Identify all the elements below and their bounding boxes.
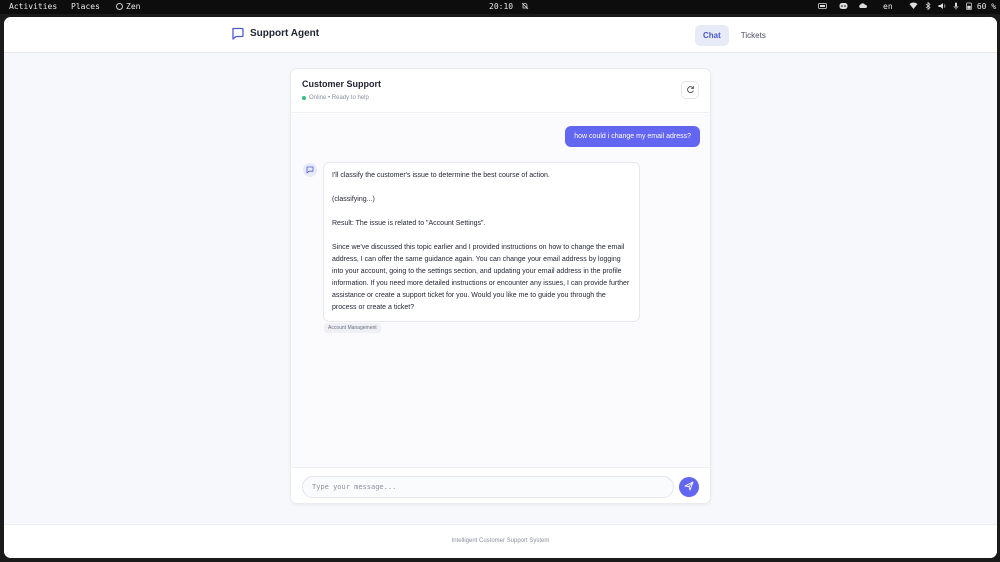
system-top-bar: Activities Places Zen 20:10 en 60 % xyxy=(0,0,1000,14)
brand[interactable]: Support Agent xyxy=(231,27,319,40)
chat-bubble-icon xyxy=(231,27,244,40)
activities-button[interactable]: Activities xyxy=(9,2,57,12)
status-text: Online • Ready to help xyxy=(309,95,369,101)
wifi-icon[interactable] xyxy=(909,2,918,13)
zen-app-icon xyxy=(116,3,123,10)
main-nav: Chat Tickets xyxy=(695,25,774,46)
app-header: Support Agent Chat Tickets xyxy=(4,17,997,53)
status-line: Online • Ready to help xyxy=(302,95,369,101)
agent-message-line: Since we've discussed this topic earlier… xyxy=(332,244,630,311)
battery-level: 60 % xyxy=(976,2,997,11)
discord-icon[interactable] xyxy=(839,2,848,13)
keyboard-language[interactable]: en xyxy=(883,2,893,12)
refresh-icon xyxy=(686,81,695,99)
agent-message-line: (classifying...) xyxy=(332,196,375,203)
agent-message-line: Result: The issue is related to "Account… xyxy=(332,220,486,227)
microphone-icon[interactable] xyxy=(953,2,959,13)
agent-chat-icon xyxy=(306,161,314,179)
tab-chat[interactable]: Chat xyxy=(695,25,729,46)
composer xyxy=(291,467,710,503)
online-dot xyxy=(302,96,306,100)
footer-text: Intelligent Customer Support System xyxy=(451,538,550,544)
brand-title: Support Agent xyxy=(250,28,320,39)
places-menu[interactable]: Places xyxy=(71,2,100,12)
agent-message-line: I'll classify the customer's issue to de… xyxy=(332,172,550,179)
user-message: how could i change my email adress? xyxy=(565,126,700,147)
message-list[interactable]: how could i change my email adress? I'll… xyxy=(291,114,710,467)
refresh-button[interactable] xyxy=(681,81,699,99)
battery-icon xyxy=(966,2,972,11)
chat-card: Customer Support Online • Ready to help … xyxy=(290,68,711,504)
volume-icon[interactable] xyxy=(938,2,947,13)
chat-header: Customer Support Online • Ready to help xyxy=(291,69,710,113)
category-tag: Account Management xyxy=(324,323,381,333)
app-footer: Intelligent Customer Support System xyxy=(4,524,997,558)
message-input[interactable] xyxy=(302,476,674,498)
battery-indicator[interactable]: 60 % xyxy=(966,2,996,12)
app-window: Support Agent Chat Tickets Customer Supp… xyxy=(4,17,997,558)
app-menu-zen[interactable]: Zen xyxy=(116,2,140,12)
tray-app-icon[interactable] xyxy=(818,2,827,13)
tab-tickets[interactable]: Tickets xyxy=(733,25,774,46)
agent-message: I'll classify the customer's issue to de… xyxy=(323,162,640,322)
agent-avatar xyxy=(303,163,317,177)
chat-title: Customer Support xyxy=(302,79,382,89)
notifications-off-icon xyxy=(521,2,529,13)
bluetooth-icon[interactable] xyxy=(925,1,931,13)
app-name: Zen xyxy=(126,2,141,11)
send-button[interactable] xyxy=(679,477,699,497)
send-icon xyxy=(684,478,694,496)
cloud-icon[interactable] xyxy=(858,2,868,13)
clock[interactable]: 20:10 xyxy=(489,2,513,12)
